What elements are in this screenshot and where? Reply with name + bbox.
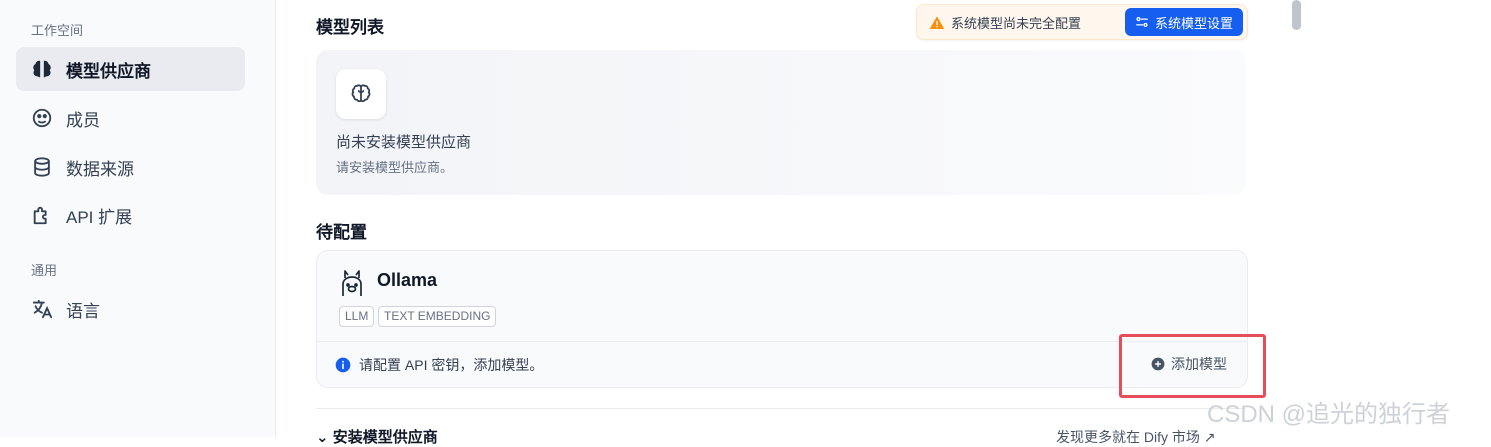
- settings-sliders-icon: [1136, 16, 1148, 28]
- brain-icon: [31, 58, 53, 80]
- sidebar-item-language[interactable]: 语言: [16, 287, 245, 331]
- tag-llm: LLM: [339, 306, 375, 327]
- card-divider: [317, 341, 1247, 342]
- system-model-settings-button[interactable]: 系统模型设置: [1124, 8, 1243, 36]
- provider-name: Ollama: [377, 270, 438, 290]
- translate-icon: [31, 298, 53, 320]
- info-icon: [335, 357, 351, 373]
- warning-icon: [929, 15, 945, 29]
- system-model-settings-label: 系统模型设置: [1154, 15, 1233, 31]
- discover-more-link[interactable]: 发现更多就在 Dify 市场 ↗: [1056, 427, 1216, 447]
- model-list-title: 模型列表: [316, 18, 384, 37]
- empty-provider-card: [316, 50, 1246, 195]
- config-hint-text: 请配置 API 密钥，添加模型。: [359, 357, 544, 373]
- empty-subtitle: 请安装模型供应商。: [336, 160, 454, 175]
- members-icon: [31, 107, 53, 129]
- tag-text-embedding: TEXT EMBEDDING: [378, 306, 497, 327]
- ollama-logo-icon: [342, 270, 362, 296]
- external-link-icon: ↗: [1199, 429, 1216, 445]
- sidebar-item-model-provider[interactable]: 模型供应商: [16, 47, 245, 91]
- general-section-label: 通用: [31, 263, 58, 278]
- system-model-warning: 系统模型尚未完全配置 系统模型设置: [916, 4, 1248, 40]
- brain-outline-icon: [336, 69, 386, 119]
- sidebar-item-members[interactable]: 成员: [16, 96, 245, 140]
- config-hint: 请配置 API 密钥，添加模型。: [335, 355, 543, 375]
- highlight-annotation-box: [1119, 334, 1266, 398]
- scrollbar-thumb[interactable]: [1292, 0, 1301, 30]
- sidebar-item-label: 成员: [66, 110, 100, 130]
- sidebar-item-label: 语言: [66, 301, 100, 321]
- puzzle-icon: [31, 204, 53, 226]
- sidebar-item-label: 模型供应商: [66, 61, 151, 81]
- empty-title: 尚未安装模型供应商: [336, 134, 472, 151]
- chevron-down-icon: ⌄: [316, 429, 333, 446]
- ollama-provider-card: Ollama LLM TEXT EMBEDDING 请配置 API 密钥，添加模…: [316, 250, 1248, 388]
- sidebar-item-label: 数据来源: [66, 159, 134, 179]
- sidebar-item-api-extension[interactable]: API 扩展: [16, 193, 245, 237]
- sidebar: 工作空间 模型供应商 成员 数据来源 API 扩展 通用 语言: [0, 0, 276, 437]
- sidebar-item-data-source[interactable]: 数据来源: [16, 145, 245, 189]
- workspace-section-label: 工作空间: [31, 23, 84, 38]
- sidebar-item-label: API 扩展: [66, 207, 133, 227]
- section-divider: [316, 408, 1246, 409]
- to-configure-title: 待配置: [316, 223, 367, 242]
- watermark: CSDN @追光的独行者: [1207, 401, 1451, 428]
- database-icon: [31, 156, 53, 178]
- warning-text: 系统模型尚未完全配置: [951, 16, 1082, 31]
